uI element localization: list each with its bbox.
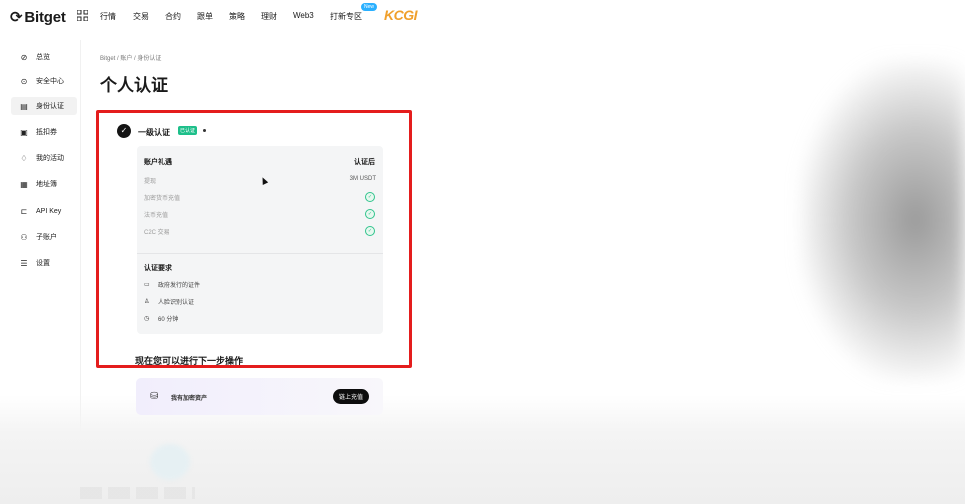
- new-badge: New: [361, 3, 378, 11]
- deposit-card-label: 我有加密资产: [171, 396, 208, 402]
- id-card-icon: ▤: [20, 101, 28, 111]
- nav-web3[interactable]: Web3: [293, 11, 314, 20]
- coupon-icon: ▣: [20, 127, 28, 137]
- nav-markets[interactable]: 行情: [100, 11, 116, 22]
- shield-icon: ⊙: [20, 76, 28, 86]
- apps-grid-icon[interactable]: [77, 10, 88, 21]
- logo-mark-icon: ⟳: [10, 9, 23, 26]
- bitget-logo[interactable]: ⟳ Bitget: [10, 8, 66, 26]
- gift-icon: ♢: [20, 153, 28, 163]
- nav-earn[interactable]: 理财: [261, 11, 277, 22]
- sidebar-item-activities[interactable]: ♢ 我的活动: [11, 149, 77, 167]
- sidebar-item-identity[interactable]: ▤ 身份认证: [11, 97, 77, 115]
- sidebar-item-settings[interactable]: ☰ 设置: [11, 254, 77, 272]
- sidebar-item-security[interactable]: ⊙ 安全中心: [11, 72, 77, 90]
- nav-trade[interactable]: 交易: [133, 11, 149, 22]
- crypto-deposit-card[interactable]: ⛁ 我有加密资产 链上充值: [136, 378, 383, 415]
- sidebar-item-label: 安全中心: [36, 78, 64, 85]
- nav-strategy[interactable]: 策略: [229, 11, 245, 22]
- sub-account-icon: ⚇: [20, 232, 28, 242]
- sidebar-item-label: 设置: [36, 260, 50, 267]
- nav-launchpad[interactable]: 打新专区: [330, 11, 362, 22]
- sidebar-item-overview[interactable]: ⊘ 总览: [11, 48, 77, 66]
- kcgi-promo-logo[interactable]: KCGI: [384, 7, 418, 23]
- blurred-illustration: [150, 444, 190, 480]
- overview-icon: ⊘: [20, 52, 28, 62]
- api-icon: ⊏: [20, 206, 28, 216]
- sidebar-item-label: 身份认证: [36, 103, 64, 110]
- logo-text: Bitget: [24, 9, 66, 26]
- onchain-deposit-button[interactable]: 链上充值: [332, 389, 369, 404]
- sidebar-item-label: 总览: [36, 54, 50, 61]
- sidebar-item-address-book[interactable]: ▦ 地址簿: [11, 175, 77, 193]
- sidebar-item-label: 我的活动: [36, 155, 64, 162]
- sidebar-item-label: 子账户: [36, 234, 57, 241]
- highlight-frame: [96, 110, 412, 368]
- sidebar-item-label: 地址簿: [36, 181, 57, 188]
- sidebar-item-label: API Key: [36, 207, 62, 215]
- sidebar-item-sub-accounts[interactable]: ⚇ 子账户: [11, 228, 77, 246]
- address-book-icon: ▦: [20, 179, 28, 189]
- breadcrumb[interactable]: Bitget / 账户 / 身份认证: [100, 53, 161, 62]
- nav-copy-trading[interactable]: 跟单: [197, 11, 213, 22]
- sidebar-item-api-key[interactable]: ⊏ API Key: [11, 202, 77, 220]
- nav-futures[interactable]: 合约: [165, 11, 181, 22]
- blurred-buttons: [80, 487, 195, 499]
- blurred-background: [800, 60, 965, 380]
- top-navigation: ⟳ Bitget 行情 交易 合约 跟单 策略 理财 Web3 打新专区 New …: [0, 0, 965, 34]
- coins-icon: ⛁: [150, 391, 159, 402]
- page-title: 个人认证: [100, 76, 168, 95]
- sidebar-item-coupons[interactable]: ▣ 抵扣券: [11, 123, 77, 141]
- sidebar-item-label: 抵扣券: [36, 129, 57, 136]
- settings-icon: ☰: [20, 258, 28, 268]
